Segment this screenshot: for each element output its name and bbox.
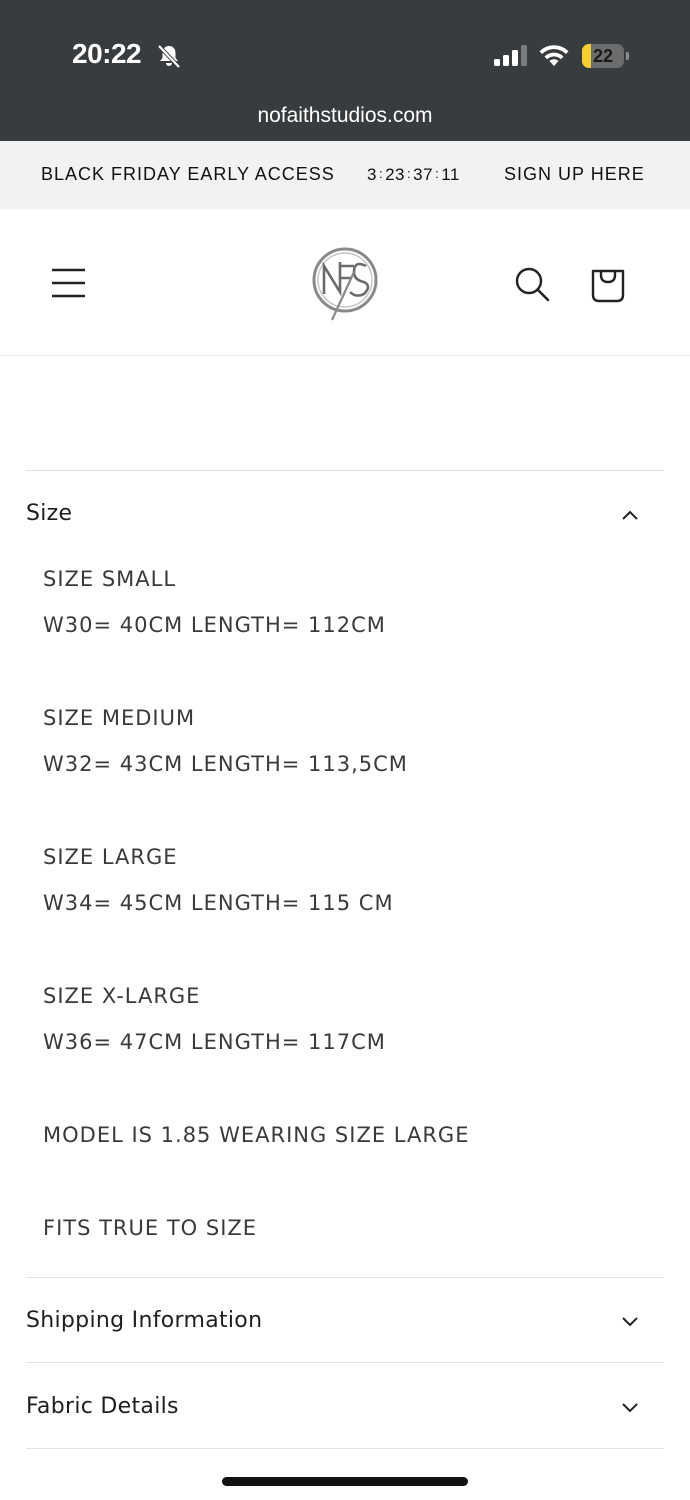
countdown-days: 3 <box>367 165 377 184</box>
search-icon[interactable] <box>514 266 550 302</box>
battery-tip <box>626 52 629 60</box>
hamburger-menu-icon[interactable] <box>52 267 85 299</box>
site-header <box>0 209 690 356</box>
countdown-separator: : <box>378 165 384 181</box>
battery-body: 22 <box>582 44 624 68</box>
countdown-seconds: 11 <box>441 165 460 184</box>
accordion-title-shipping[interactable]: Shipping Information <box>26 1308 262 1333</box>
size-detail-line: W30= 40CM LENGTH= 112CM <box>43 613 386 637</box>
size-detail-line: SIZE SMALL <box>43 567 177 591</box>
size-detail-line: W34= 45CM LENGTH= 115 CM <box>43 891 394 915</box>
accordion-divider <box>26 1277 664 1278</box>
size-detail-line: SIZE X-LARGE <box>43 984 201 1008</box>
announcement-text: BLACK FRIDAY EARLY ACCESS <box>41 164 335 184</box>
battery-indicator: 22 <box>582 44 629 68</box>
chevron-down-icon[interactable] <box>620 1402 640 1414</box>
status-time: 20:22 <box>72 38 142 69</box>
home-indicator[interactable] <box>222 1477 468 1486</box>
browser-chrome: 20:22 22 nofaithstudios.com <box>0 0 690 141</box>
battery-percent: 22 <box>592 46 614 66</box>
sign-up-link[interactable]: SIGN UP HERE <box>504 164 645 185</box>
size-detail-line: SIZE LARGE <box>43 845 178 869</box>
size-detail-line: W36= 47CM LENGTH= 117CM <box>43 1030 386 1054</box>
chevron-up-icon[interactable] <box>620 509 640 521</box>
bell-muted-icon <box>157 44 181 69</box>
countdown-separator: : <box>407 165 412 181</box>
size-detail-line: MODEL IS 1.85 WEARING SIZE LARGE <box>43 1123 470 1147</box>
announcement-bar: BLACK FRIDAY EARLY ACCESS 3 : 23 : 37 : … <box>0 141 690 209</box>
accordion-title-fabric[interactable]: Fabric Details <box>26 1394 179 1419</box>
chevron-down-icon[interactable] <box>620 1316 640 1328</box>
countdown-separator: : <box>435 165 440 181</box>
size-detail-line: SIZE MEDIUM <box>43 706 196 730</box>
countdown-timer: 3 : 23 : 37 : 11 <box>367 165 460 185</box>
countdown-minutes: 37 <box>413 165 434 184</box>
brand-logo[interactable] <box>310 244 380 322</box>
cellular-signal-icon <box>494 45 527 66</box>
wifi-icon <box>539 45 569 66</box>
accordion-title-size[interactable]: Size <box>26 501 72 526</box>
size-detail-line: W32= 43CM LENGTH= 113,5CM <box>43 752 408 776</box>
size-detail-line: FITS TRUE TO SIZE <box>43 1216 258 1240</box>
accordion-divider <box>26 1448 664 1449</box>
accordion-divider <box>26 1362 664 1363</box>
shopping-bag-icon[interactable] <box>590 265 626 303</box>
url-bar[interactable]: nofaithstudios.com <box>0 104 690 128</box>
countdown-hours: 23 <box>385 165 406 184</box>
accordion-divider <box>26 470 664 471</box>
